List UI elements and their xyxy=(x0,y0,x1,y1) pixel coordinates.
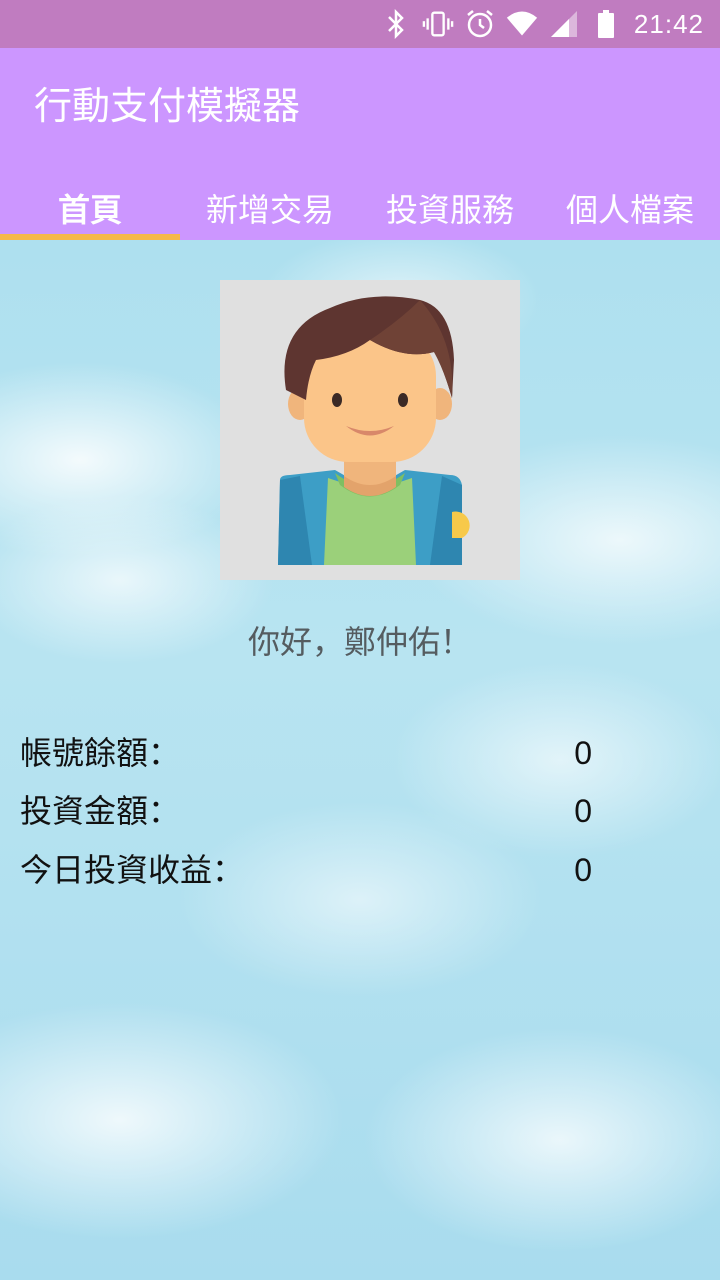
investment-amount-row: 投資金額： 0 xyxy=(20,786,600,836)
vibrate-icon xyxy=(422,8,454,40)
tab-label: 首頁 xyxy=(57,191,122,229)
tab-label: 投資服務 xyxy=(385,191,514,229)
greeting-text: 你好，鄭仲佑！ xyxy=(247,623,472,661)
battery-icon xyxy=(590,8,622,40)
investment-amount-label: 投資金額： xyxy=(20,792,181,830)
today-income-label: 今日投資收益： xyxy=(20,851,245,889)
app-bar: 行動支付模擬器 首頁 新增交易 投資服務 個人檔案 xyxy=(0,48,720,240)
tab-investment-service[interactable]: 投資服務 xyxy=(360,176,540,240)
bluetooth-icon xyxy=(380,8,412,40)
alarm-icon xyxy=(464,8,496,40)
wifi-icon xyxy=(506,8,538,40)
tab-new-transaction[interactable]: 新增交易 xyxy=(180,176,360,240)
investment-amount-value: 0 xyxy=(574,793,592,829)
app-title: 行動支付模擬器 xyxy=(34,84,301,128)
signal-icon xyxy=(548,8,580,40)
tab-profile[interactable]: 個人檔案 xyxy=(540,176,720,240)
home-content: 你好，鄭仲佑！ 帳號餘額： 0 投資金額： 0 今日投資收益： 0 xyxy=(0,240,720,1280)
account-balance-row: 帳號餘額： 0 xyxy=(20,728,600,778)
tab-label: 個人檔案 xyxy=(565,191,694,229)
user-avatar-icon xyxy=(278,296,470,565)
account-balance-value: 0 xyxy=(574,735,592,771)
tab-bar: 首頁 新增交易 投資服務 個人檔案 xyxy=(0,176,720,240)
today-income-value: 0 xyxy=(574,852,592,888)
tab-label: 新增交易 xyxy=(205,191,334,229)
avatar xyxy=(220,280,520,580)
account-balance-label: 帳號餘額： xyxy=(20,734,181,772)
status-time: 21:42 xyxy=(633,8,704,39)
status-bar: 21:42 xyxy=(0,0,720,48)
tab-home[interactable]: 首頁 xyxy=(0,176,180,240)
today-income-row: 今日投資收益： 0 xyxy=(20,845,600,895)
